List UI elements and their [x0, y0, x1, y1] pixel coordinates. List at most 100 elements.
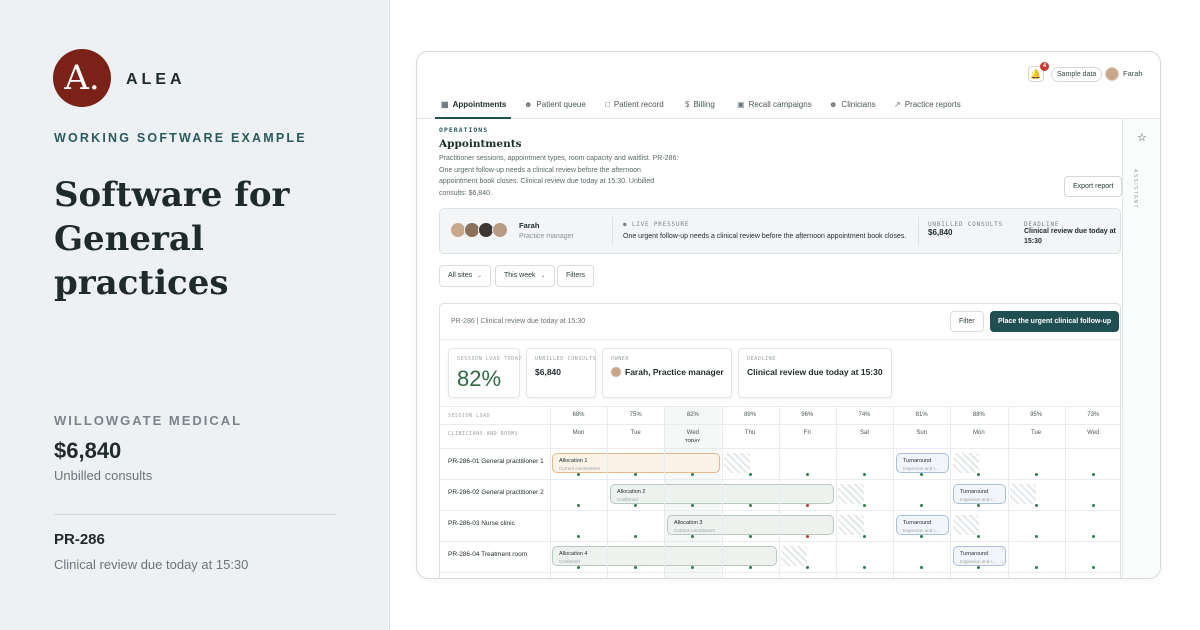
tab-practice-reports[interactable]: ↗ Practice reports — [894, 100, 961, 109]
status-dot — [634, 535, 638, 538]
allocation-block[interactable]: Allocation 1 Current commitment — [552, 453, 720, 473]
tab-label: Billing — [693, 100, 715, 109]
blocked-slot — [781, 546, 807, 566]
row-label: PR-286-03 Nurse clinic — [448, 520, 515, 527]
row-label: PR-286-02 General practitioner 2 — [448, 489, 544, 496]
status-dot — [634, 473, 638, 476]
day-label: Mon — [973, 430, 985, 436]
session-load-label: SESSION LOAD — [448, 413, 491, 419]
status-dot — [977, 504, 981, 507]
status-dot — [577, 535, 580, 538]
status-dot — [1091, 535, 1095, 538]
session-load-percent: 82% — [686, 412, 699, 418]
user-name[interactable]: Farah — [1123, 69, 1143, 78]
tab-label: Patient record — [613, 100, 664, 109]
period-select-value: This week — [504, 272, 536, 279]
turnaround-note: Inspection and r... — [903, 528, 939, 533]
filter-button[interactable]: Filter — [950, 311, 984, 332]
turnaround-block[interactable]: Turnaround Inspection and r... — [953, 484, 1006, 504]
turnaround-block[interactable]: Turnaround Inspection and r... — [953, 546, 1006, 566]
allocation-title: Allocation 2 — [617, 489, 646, 495]
grid-row-line — [440, 510, 1120, 511]
metric-label: OWNER — [611, 356, 630, 362]
period-select[interactable]: This week ⌄ — [495, 265, 555, 287]
promo-metric-value: $6,840 — [54, 438, 122, 463]
people-icon: ☻ — [524, 100, 533, 109]
status-dot — [863, 473, 866, 476]
status-dot — [920, 473, 924, 476]
page-description: Practitioner sessions, appointment types… — [439, 155, 679, 197]
turnaround-block[interactable]: Turnaround Inspection and r... — [896, 515, 949, 535]
avatar — [492, 222, 508, 238]
chevron-down-icon: ⌄ — [477, 273, 483, 279]
allocation-title: Allocation 4 — [559, 551, 588, 557]
day-label: Wed — [686, 430, 699, 436]
live-pressure-text: One urgent follow-up needs a clinical re… — [623, 233, 907, 240]
status-dot — [863, 504, 866, 507]
turnaround-title: Turnaround — [960, 489, 989, 495]
blocked-slot — [724, 453, 750, 473]
panel-title: PR-286 | Clinical review due today at 15… — [451, 318, 586, 325]
assistant-label[interactable]: ASSISTANT — [1132, 169, 1138, 209]
inbox-icon: ▣ — [737, 100, 745, 109]
metric-value: Clinical review due today at 15:30 — [747, 367, 883, 377]
notification-badge: 4 — [1040, 62, 1049, 71]
turnaround-title: Turnaround — [903, 520, 932, 526]
day-label: Sat — [859, 430, 869, 436]
day-label: Sun — [916, 430, 928, 436]
allocation-status: Confirmed — [617, 497, 638, 502]
export-report-button[interactable]: Export report — [1064, 176, 1123, 197]
tab-appointments[interactable]: ▦ Appointments — [441, 100, 506, 109]
allocation-block[interactable]: Allocation 3 Current commitment — [667, 515, 834, 535]
tab-patient-queue[interactable]: ☻ Patient queue — [524, 100, 586, 109]
turnaround-note: Inspection and r... — [960, 497, 996, 502]
tab-billing[interactable]: $ Billing — [685, 100, 715, 109]
metric-value: $6,840 — [535, 367, 561, 377]
promo-record-desc: Clinical review due today at 15:30 — [54, 557, 249, 572]
grid-row-line — [440, 424, 1120, 425]
status-dot — [1034, 504, 1038, 507]
allocation-status: Confirmed — [559, 559, 580, 564]
status-dot — [805, 504, 809, 507]
status-dot — [805, 535, 809, 538]
day-label: Tue — [1031, 430, 1042, 436]
day-label: Wed — [1087, 430, 1100, 436]
turnaround-title: Turnaround — [960, 551, 989, 557]
owner-name: Farah — [519, 221, 540, 230]
grid-column-line — [1122, 406, 1123, 578]
status-dot — [863, 535, 866, 538]
page-title: Appointments — [439, 138, 522, 150]
tab-patient-record[interactable]: □ Patient record — [605, 100, 664, 109]
user-avatar[interactable] — [1105, 67, 1119, 81]
status-dot — [977, 566, 981, 569]
filters-button[interactable]: Filters — [557, 265, 595, 287]
grid-row-line — [440, 406, 1120, 407]
rooms-label: CLINICIANS AND ROOMS — [448, 431, 519, 437]
session-load-percent: 68% — [572, 412, 585, 418]
turnaround-block[interactable]: Turnaround Inspection and r... — [896, 453, 949, 473]
status-dot — [977, 473, 981, 476]
site-select[interactable]: All sites ⌄ — [439, 265, 492, 287]
status-dot — [634, 504, 638, 507]
sample-data-button[interactable]: Sample data — [1051, 67, 1103, 82]
session-load-percent: 95% — [1030, 412, 1043, 418]
pressure-strip: Farah Practice manager ● LIVE PRESSURE O… — [439, 208, 1121, 254]
tab-clinicians[interactable]: ☻ Clinicians — [829, 100, 876, 109]
metric-unbilled: UNBILLED CONSULTS $6,840 — [526, 348, 596, 398]
star-icon[interactable]: ☆ — [1137, 131, 1147, 144]
metric-value: Farah, Practice manager — [625, 367, 724, 377]
unbilled-value: $6,840 — [928, 228, 953, 237]
tab-recall-campaigns[interactable]: ▣ Recall campaigns — [737, 100, 812, 109]
unbilled-label: UNBILLED CONSULTS — [928, 221, 1004, 228]
place-follow-up-button[interactable]: Place the urgent clinical follow-up — [990, 311, 1120, 332]
session-load-percent: 89% — [744, 412, 757, 418]
schedule-panel: PR-286 | Clinical review due today at 15… — [439, 303, 1123, 578]
site-select-value: All sites — [448, 272, 473, 279]
day-label: Mon — [572, 430, 585, 436]
blocked-slot — [1010, 484, 1036, 504]
chevron-down-icon: ⌄ — [540, 273, 546, 279]
day-label: Thu — [744, 430, 756, 436]
grid-row-line — [440, 541, 1120, 542]
metric-deadline: DEADLINE Clinical review due today at 15… — [738, 348, 892, 398]
brand-name: ALEA — [126, 71, 186, 88]
